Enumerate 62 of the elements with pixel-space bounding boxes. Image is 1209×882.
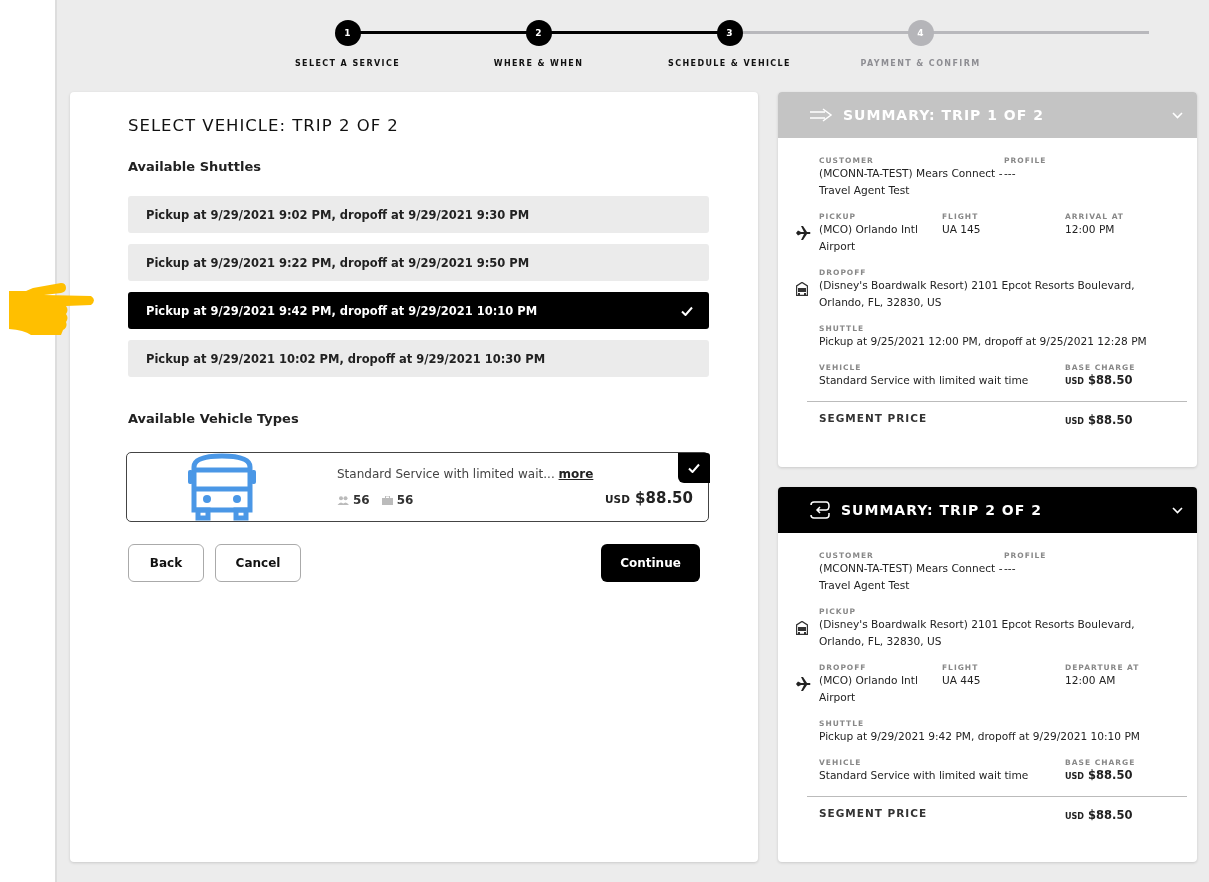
step-number: 4 xyxy=(907,20,934,46)
field-value: 12:00 PM xyxy=(1065,222,1116,237)
field-value: USD $88.50 xyxy=(1065,767,1134,784)
pointing-hand-icon xyxy=(6,280,94,338)
more-link[interactable]: more xyxy=(558,467,594,481)
shuttle-option[interactable]: Pickup at 9/29/2021 9:02 PM, dropoff at 9/29/2021 9:30 PM xyxy=(128,196,709,233)
passenger-count: 56 xyxy=(353,493,370,507)
chevron-down-icon xyxy=(1172,111,1183,119)
segment-price-label: SEGMENT PRICE xyxy=(819,412,929,426)
plane-icon xyxy=(796,226,811,240)
field-value: --- xyxy=(1004,561,1017,576)
plane-icon xyxy=(796,677,811,691)
step-label: SCHEDULE & VEHICLE xyxy=(668,59,791,68)
secondary-button[interactable]: Cancel xyxy=(215,544,301,582)
building-icon xyxy=(796,282,808,296)
summary-title: SUMMARY: TRIP 2 OF 2 xyxy=(841,502,1042,518)
luggage-icon xyxy=(381,495,393,505)
arrow-icon xyxy=(809,108,833,122)
step-number: 1 xyxy=(334,20,361,46)
field-value: Standard Service with limited wait time xyxy=(819,373,1030,388)
field-value: 12:00 AM xyxy=(1065,673,1117,688)
field-value: (MCO) Orlando Intl Airport xyxy=(819,222,919,254)
segment-price: USD $88.50 xyxy=(1065,412,1133,429)
field-value: UA 145 xyxy=(942,222,982,237)
passengers-icon xyxy=(337,495,349,505)
step-label: PAYMENT & CONFIRM xyxy=(860,59,981,68)
panel-title: SELECT VEHICLE: TRIP 2 OF 2 xyxy=(128,116,400,135)
field-value: --- xyxy=(1004,166,1017,181)
continue-button[interactable]: Continue xyxy=(601,544,700,582)
field-value: (MCONN-TA-TEST) Mears Connect - Travel Agent Test xyxy=(819,166,1004,198)
field-value: USD $88.50 xyxy=(1065,372,1134,389)
step-number: 2 xyxy=(525,20,552,46)
vehicle-description: Standard Service with limited wait... xyxy=(337,467,555,481)
summary-title: SUMMARY: TRIP 1 OF 2 xyxy=(843,107,1044,123)
step-label: WHERE & WHEN xyxy=(493,59,584,68)
field-value: (MCONN-TA-TEST) Mears Connect - Travel Agent Test xyxy=(819,561,1004,593)
field-value: Pickup at 9/25/2021 12:00 PM, dropoff at 9/25/2021 12:28 PM xyxy=(819,334,1148,349)
shuttle-option[interactable]: Pickup at 9/29/2021 10:02 PM, dropoff at 9/29/2021 10:30 PM xyxy=(128,340,709,377)
field-value: Pickup at 9/29/2021 9:42 PM, dropoff at 9/29/2021 10:10 PM xyxy=(819,729,1141,744)
check-icon xyxy=(681,305,693,316)
field-value: UA 445 xyxy=(942,673,982,688)
summary-header[interactable]: SUMMARY: TRIP 2 OF 2 xyxy=(778,487,1197,533)
vehicle-option[interactable]: Standard Service with limited wait... more 56 56 USD $88.50 xyxy=(126,452,709,522)
field-value: Standard Service with limited wait time xyxy=(819,768,1030,783)
field-value: (Disney's Boardwalk Resort) 2101 Epcot Resorts Boulevard, Orlando, FL, 32830, US xyxy=(819,278,1136,310)
luggage-count: 56 xyxy=(396,493,414,507)
segment-price: USD $88.50 xyxy=(1065,807,1133,824)
secondary-button[interactable]: Back xyxy=(128,544,204,582)
field-value: (MCO) Orlando Intl Airport xyxy=(819,673,919,705)
section-heading: Available Vehicle Types xyxy=(128,411,300,426)
section-heading: Available Shuttles xyxy=(128,159,262,174)
shuttle-option[interactable]: Pickup at 9/29/2021 9:22 PM, dropoff at 9/29/2021 9:50 PM xyxy=(128,244,709,281)
step-label: SELECT A SERVICE xyxy=(294,59,401,68)
chevron-down-icon xyxy=(1172,506,1183,514)
segment-price-label: SEGMENT PRICE xyxy=(819,807,929,821)
shuttle-option[interactable]: Pickup at 9/29/2021 9:42 PM, dropoff at 9/29/2021 10:10 PM xyxy=(128,292,709,329)
field-value: (Disney's Boardwalk Resort) 2101 Epcot Resorts Boulevard, Orlando, FL, 32830, US xyxy=(819,617,1136,649)
bus-icon xyxy=(187,453,257,521)
building-icon xyxy=(796,621,808,635)
step-number: 3 xyxy=(716,20,743,46)
round-trip-icon xyxy=(809,500,831,520)
vehicle-price: USD $88.50 xyxy=(605,489,693,507)
